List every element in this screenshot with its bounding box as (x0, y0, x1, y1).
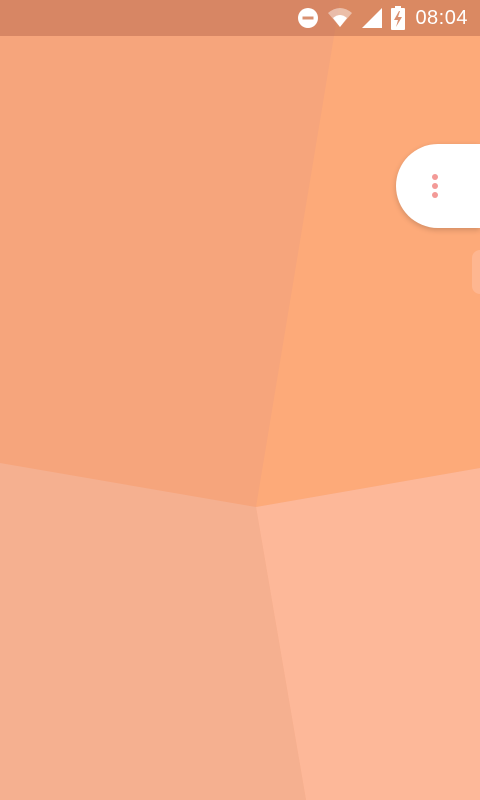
do-not-disturb-icon (297, 6, 319, 30)
wifi-icon (327, 6, 353, 30)
more-vert-icon (432, 174, 438, 198)
home-screen: 08:04 (0, 0, 480, 800)
cellular-signal-icon (361, 6, 383, 30)
menu-dot (432, 174, 438, 180)
menu-dot (432, 183, 438, 189)
status-time: 08:04 (415, 6, 468, 29)
wallpaper (0, 0, 480, 800)
menu-dot (432, 192, 438, 198)
edge-handle[interactable] (472, 250, 480, 294)
battery-charging-icon (391, 6, 406, 30)
status-bar: 08:04 (0, 0, 480, 36)
overflow-menu-button[interactable] (396, 144, 480, 228)
